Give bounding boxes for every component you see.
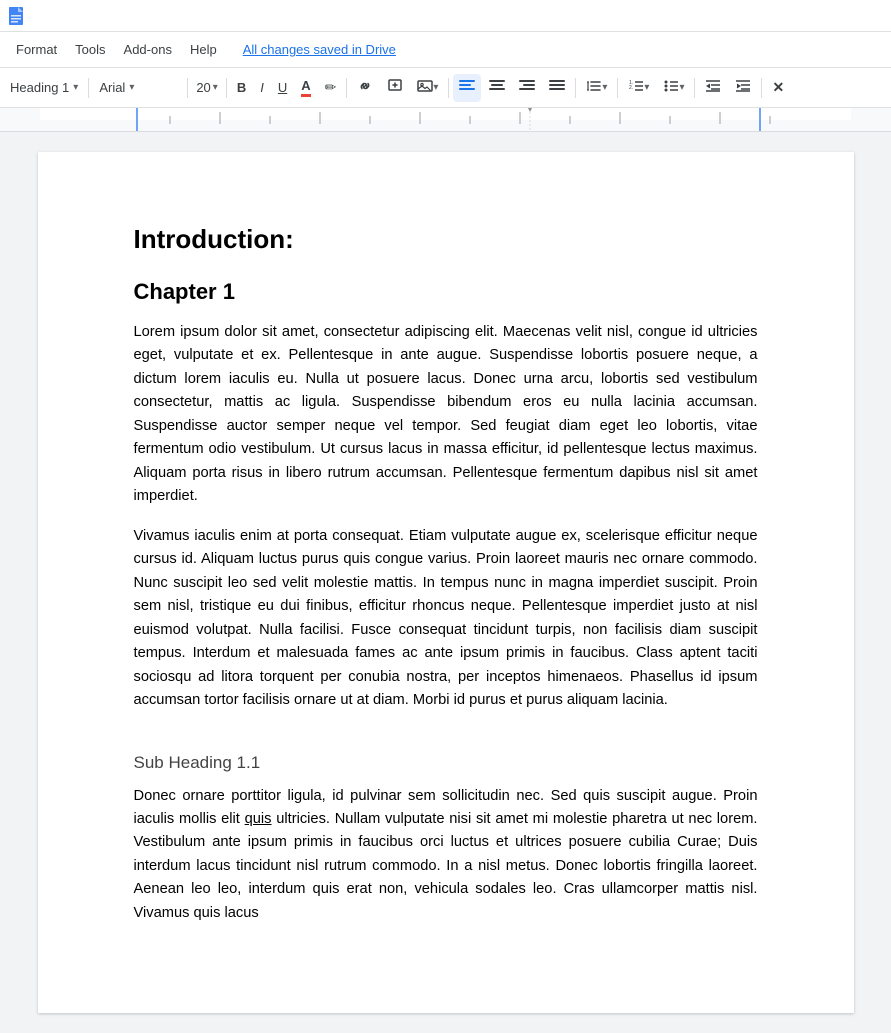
font-chevron-icon: ▾ — [129, 82, 134, 93]
paragraph-3-end: ultricies. Nullam vulputate nisi sit ame… — [134, 811, 758, 921]
italic-button[interactable]: I — [254, 74, 270, 102]
bold-button[interactable]: B — [231, 74, 252, 102]
font-size-dropdown[interactable]: 20 ▾ — [192, 74, 222, 102]
separator-4 — [346, 78, 347, 98]
paragraph-3: Donec ornare porttitor ligula, id pulvin… — [134, 785, 758, 926]
separator-5 — [448, 78, 449, 98]
menu-addons[interactable]: Add-ons — [116, 38, 180, 61]
font-label: Arial — [99, 80, 125, 95]
clear-format-button[interactable]: ✕ — [766, 74, 790, 102]
separator-3 — [226, 78, 227, 98]
insert-comment-icon — [387, 78, 403, 97]
subheading-1-1: Sub Heading 1.1 — [134, 753, 758, 773]
introduction-heading: Introduction: — [134, 224, 758, 255]
docs-icon — [4, 4, 28, 28]
insert-image-icon — [417, 78, 433, 97]
toolbar: Heading 1 ▾ Arial ▾ 20 ▾ B I U A ✏ — [0, 68, 891, 108]
separator-7 — [617, 78, 618, 98]
bullet-list-icon — [663, 78, 679, 97]
menu-format[interactable]: Format — [8, 38, 65, 61]
paragraph-3-underline: quis — [245, 811, 272, 827]
align-center-icon — [489, 79, 505, 96]
align-right-button[interactable] — [513, 74, 541, 102]
increase-indent-button[interactable] — [729, 74, 757, 102]
paragraph-1: Lorem ipsum dolor sit amet, consectetur … — [134, 321, 758, 509]
saved-status[interactable]: All changes saved in Drive — [235, 38, 404, 61]
link-button[interactable] — [351, 74, 379, 102]
spacer — [134, 729, 758, 753]
numbered-list-icon: 1.2. — [628, 78, 644, 97]
ruler-track — [40, 108, 851, 131]
separator-9 — [761, 78, 762, 98]
ruler-svg — [40, 108, 851, 132]
numbered-list-button[interactable]: 1.2. ▾ — [622, 74, 655, 102]
menu-tools[interactable]: Tools — [67, 38, 113, 61]
font-dropdown[interactable]: Arial ▾ — [93, 74, 183, 102]
align-center-button[interactable] — [483, 74, 511, 102]
font-size-chevron-icon: ▾ — [213, 82, 218, 93]
ruler — [0, 108, 891, 132]
line-spacing-button[interactable]: ▾ — [580, 74, 613, 102]
decrease-indent-button[interactable] — [699, 74, 727, 102]
align-left-button[interactable] — [453, 74, 481, 102]
clear-format-icon: ✕ — [772, 79, 784, 96]
text-color-label: A — [301, 78, 310, 97]
increase-indent-icon — [735, 78, 751, 97]
highlight-button[interactable]: ✏ — [319, 74, 343, 102]
link-icon — [357, 78, 373, 97]
insert-comment-button[interactable] — [381, 74, 409, 102]
highlight-icon: ✏ — [325, 79, 337, 96]
bullet-list-button[interactable]: ▾ — [657, 74, 690, 102]
line-spacing-chevron-icon: ▾ — [602, 82, 607, 93]
text-color-button[interactable]: A — [295, 74, 316, 102]
insert-image-button[interactable]: ▾ — [411, 74, 444, 102]
app-bar — [0, 0, 891, 32]
separator-8 — [694, 78, 695, 98]
style-dropdown[interactable]: Heading 1 ▾ — [4, 74, 84, 102]
image-chevron-icon: ▾ — [433, 82, 438, 93]
menu-help[interactable]: Help — [182, 38, 225, 61]
paragraph-2: Vivamus iaculis enim at porta consequat.… — [134, 525, 758, 713]
align-left-icon — [459, 79, 475, 96]
chapter1-heading: Chapter 1 — [134, 279, 758, 305]
numbered-list-chevron-icon: ▾ — [644, 82, 649, 93]
bullet-list-chevron-icon: ▾ — [679, 82, 684, 93]
separator-1 — [88, 78, 89, 98]
font-size-value: 20 — [196, 80, 210, 95]
align-right-icon — [519, 79, 535, 96]
menu-bar: Format Tools Add-ons Help All changes sa… — [0, 32, 891, 68]
line-spacing-icon — [586, 78, 602, 97]
justify-icon — [549, 79, 565, 96]
separator-6 — [575, 78, 576, 98]
underline-button[interactable]: U — [272, 74, 293, 102]
style-chevron-icon: ▾ — [73, 82, 78, 93]
style-label: Heading 1 — [10, 80, 69, 95]
justify-button[interactable] — [543, 74, 571, 102]
doc-area: Introduction: Chapter 1 Lorem ipsum dolo… — [0, 132, 891, 1033]
decrease-indent-icon — [705, 78, 721, 97]
separator-2 — [187, 78, 188, 98]
page: Introduction: Chapter 1 Lorem ipsum dolo… — [38, 152, 854, 1013]
svg-text:2.: 2. — [629, 85, 633, 91]
